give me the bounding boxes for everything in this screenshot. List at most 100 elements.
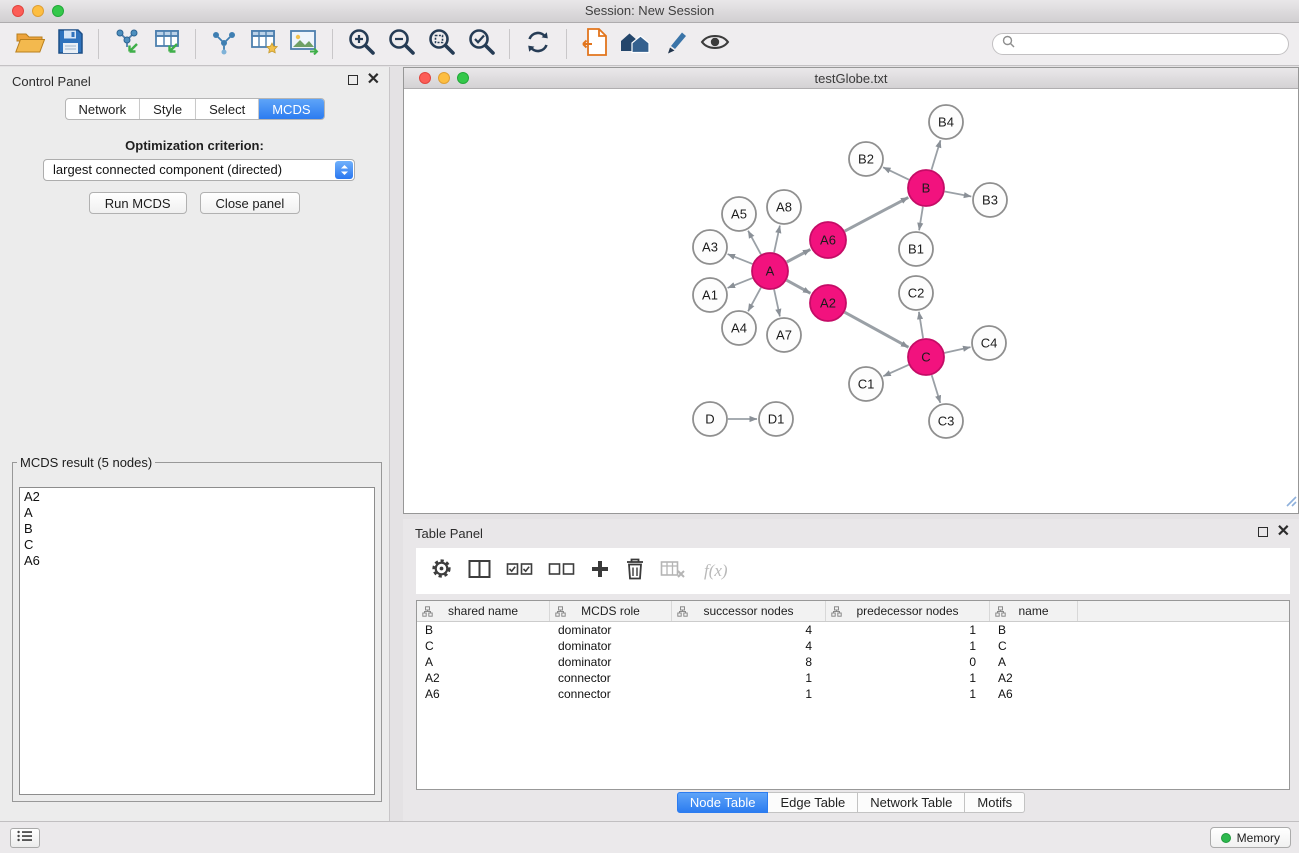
criterion-dropdown[interactable]: largest connected component (directed): [43, 159, 355, 181]
graph-edge-A-A6[interactable]: [787, 249, 811, 262]
zoom-fit-button[interactable]: [421, 26, 461, 62]
tab-mcds[interactable]: MCDS: [259, 99, 323, 119]
export-image-button[interactable]: [284, 26, 324, 62]
table-cell[interactable]: 1: [826, 670, 990, 686]
graph-node-A8[interactable]: A8: [767, 190, 801, 224]
zoom-in-button[interactable]: [341, 26, 381, 62]
table-cell[interactable]: A6: [990, 686, 1078, 702]
table-cell[interactable]: A: [417, 654, 550, 670]
dropdown-stepper-icon[interactable]: [335, 161, 353, 179]
close-panel-icon[interactable]: ✕: [367, 74, 380, 85]
graph-node-B4[interactable]: B4: [929, 105, 963, 139]
float-panel-icon[interactable]: [1258, 527, 1268, 537]
graph-node-C4[interactable]: C4: [972, 326, 1006, 360]
add-column-button[interactable]: [590, 559, 610, 584]
table-cell[interactable]: dominator: [550, 638, 672, 654]
table-cell[interactable]: connector: [550, 686, 672, 702]
mcds-result-item[interactable]: A: [24, 505, 370, 521]
export-document-button[interactable]: [575, 26, 615, 62]
graph-edge-B-B2[interactable]: [883, 167, 909, 179]
tab-network-table[interactable]: Network Table: [858, 792, 965, 813]
table-cell[interactable]: connector: [550, 670, 672, 686]
table-cell[interactable]: A: [990, 654, 1078, 670]
graph-edge-C-C1[interactable]: [883, 365, 908, 376]
close-panel-button[interactable]: Close panel: [200, 192, 301, 214]
graph-node-A[interactable]: A: [752, 253, 788, 289]
new-network-button[interactable]: [204, 26, 244, 62]
graph-edge-A-A2[interactable]: [787, 280, 811, 293]
save-session-button[interactable]: [50, 26, 90, 62]
graph-node-A6[interactable]: A6: [810, 222, 846, 258]
tab-edge-table[interactable]: Edge Table: [768, 792, 858, 813]
table-cell[interactable]: C: [990, 638, 1078, 654]
graph-edge-A-A7[interactable]: [774, 290, 780, 317]
graph-edge-B-B3[interactable]: [945, 192, 972, 197]
table-cell[interactable]: C: [417, 638, 550, 654]
import-network-button[interactable]: [107, 26, 147, 62]
graph-node-A7[interactable]: A7: [767, 318, 801, 352]
graph-node-A1[interactable]: A1: [693, 278, 727, 312]
tab-select[interactable]: Select: [196, 99, 259, 119]
graph-edge-C-C2[interactable]: [919, 312, 923, 338]
network-canvas[interactable]: B4B2BB3A5A8A6B1A3AA1C2A2A4A7C4CC1C3DD1: [404, 89, 1298, 513]
graph-edge-B-B1[interactable]: [919, 207, 923, 231]
column-header-name[interactable]: name: [990, 601, 1078, 621]
tab-network[interactable]: Network: [65, 99, 140, 119]
delete-column-button[interactable]: [625, 558, 645, 585]
graph-node-B[interactable]: B: [908, 170, 944, 206]
graph-node-C3[interactable]: C3: [929, 404, 963, 438]
graph-node-C1[interactable]: C1: [849, 367, 883, 401]
column-header-predecessor-nodes[interactable]: predecessor nodes: [826, 601, 990, 621]
table-cell[interactable]: 1: [826, 638, 990, 654]
table-cell[interactable]: A2: [417, 670, 550, 686]
table-cell[interactable]: 1: [672, 670, 826, 686]
home-views-button[interactable]: [615, 26, 655, 62]
table-cell[interactable]: 4: [672, 622, 826, 638]
tab-style[interactable]: Style: [140, 99, 196, 119]
graph-edge-A-A4[interactable]: [748, 288, 761, 312]
graph-node-B1[interactable]: B1: [899, 232, 933, 266]
table-cell[interactable]: dominator: [550, 654, 672, 670]
zoom-selected-button[interactable]: [461, 26, 501, 62]
import-table-button[interactable]: [147, 26, 187, 62]
table-cell[interactable]: 0: [826, 654, 990, 670]
toggle-visibility-button[interactable]: [695, 26, 735, 62]
run-mcds-button[interactable]: Run MCDS: [89, 192, 187, 214]
table-row[interactable]: Cdominator41C: [417, 638, 1289, 654]
table-row[interactable]: Adominator80A: [417, 654, 1289, 670]
window-resize-grip[interactable]: [1286, 494, 1297, 512]
table-cell[interactable]: dominator: [550, 622, 672, 638]
graph-node-A3[interactable]: A3: [693, 230, 727, 264]
table-cell[interactable]: 1: [826, 686, 990, 702]
graph-node-B3[interactable]: B3: [973, 183, 1007, 217]
table-cell[interactable]: A6: [417, 686, 550, 702]
graph-node-B2[interactable]: B2: [849, 142, 883, 176]
new-table-button[interactable]: [244, 26, 284, 62]
deselect-all-button[interactable]: [548, 560, 575, 583]
show-panel-list-button[interactable]: [10, 828, 40, 848]
float-panel-icon[interactable]: [348, 75, 358, 85]
graph-node-C2[interactable]: C2: [899, 276, 933, 310]
zoom-out-button[interactable]: [381, 26, 421, 62]
table-row[interactable]: A6connector11A6: [417, 686, 1289, 702]
tab-node-table[interactable]: Node Table: [677, 792, 769, 813]
graph-edge-A6-B[interactable]: [845, 197, 909, 231]
table-cell[interactable]: 1: [826, 622, 990, 638]
graph-edge-C-C4[interactable]: [945, 347, 971, 353]
table-cell[interactable]: 4: [672, 638, 826, 654]
graph-edge-B-B4[interactable]: [932, 140, 941, 170]
apply-style-button[interactable]: [655, 26, 695, 62]
table-row[interactable]: A2connector11A2: [417, 670, 1289, 686]
graph-edge-A2-C[interactable]: [845, 312, 909, 347]
graph-node-D1[interactable]: D1: [759, 402, 793, 436]
mcds-result-item[interactable]: C: [24, 537, 370, 553]
table-cell[interactable]: B: [417, 622, 550, 638]
table-cell[interactable]: A2: [990, 670, 1078, 686]
select-all-button[interactable]: [506, 560, 533, 583]
refresh-layout-button[interactable]: [518, 26, 558, 62]
graph-node-A4[interactable]: A4: [722, 311, 756, 345]
graph-edge-A-A3[interactable]: [728, 254, 753, 264]
mcds-result-item[interactable]: B: [24, 521, 370, 537]
graph-edge-A-A1[interactable]: [728, 278, 753, 288]
column-header-shared-name[interactable]: shared name: [417, 601, 550, 621]
